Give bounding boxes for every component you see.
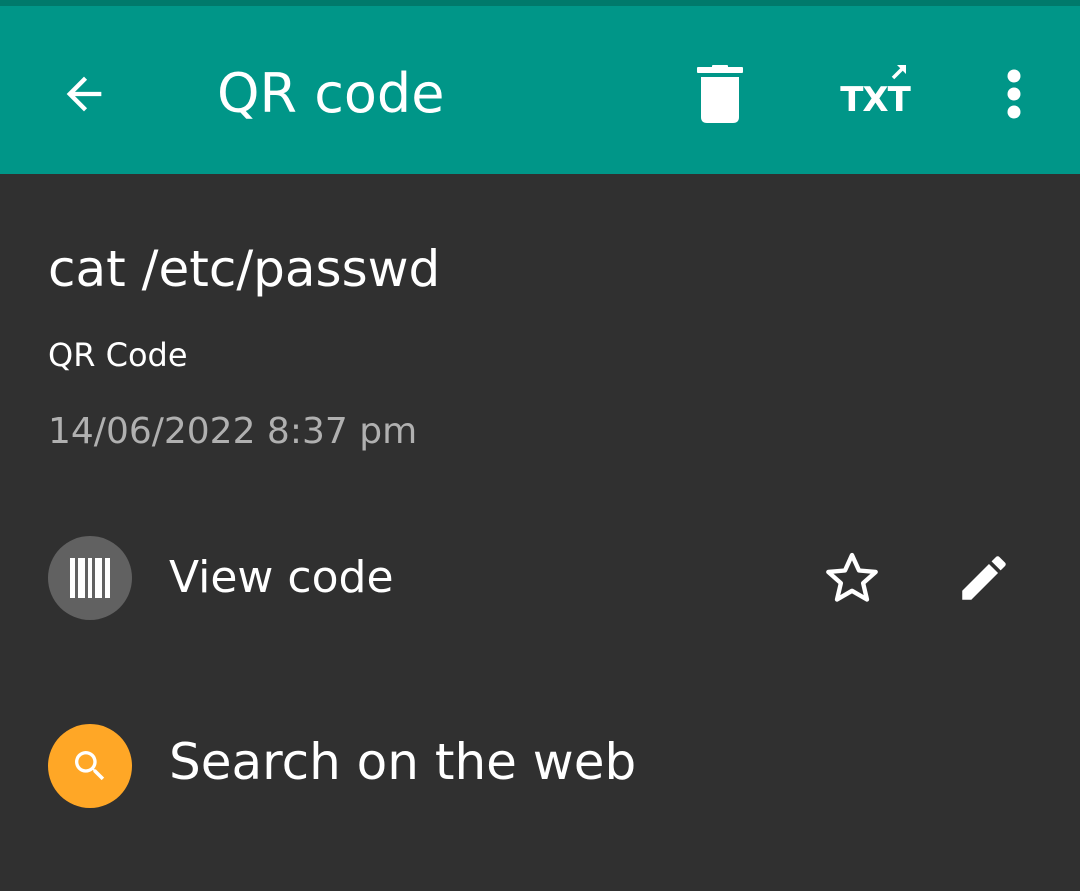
- view-code-label: View code: [169, 552, 394, 603]
- arrow-back-icon: [66, 76, 102, 112]
- scan-date: 14/06/2022 8:37 pm: [48, 411, 418, 452]
- barcode-icon: [70, 558, 110, 598]
- view-code-icon-circle: [48, 536, 132, 620]
- delete-button[interactable]: [680, 54, 760, 134]
- view-code-row[interactable]: View code: [0, 524, 1080, 634]
- search-icon: [75, 751, 105, 781]
- pencil-icon: [962, 556, 1006, 600]
- search-web-row[interactable]: Search on the web: [0, 712, 1080, 822]
- edit-button[interactable]: [944, 538, 1024, 618]
- arrow-up-right-icon: [891, 65, 906, 80]
- page-title: QR code: [217, 62, 445, 125]
- search-web-label: Search on the web: [169, 733, 637, 791]
- favorite-button[interactable]: [812, 538, 892, 618]
- app-bar: QR code TXT: [0, 6, 1080, 174]
- star-outline-icon: [826, 552, 878, 602]
- barcode-format-label: QR Code: [48, 336, 188, 374]
- search-web-icon-circle: [48, 724, 132, 808]
- export-txt-label: TXT: [840, 80, 911, 120]
- barcode-content-text: cat /etc/passwd: [48, 240, 441, 298]
- more-vert-icon: [1007, 69, 1021, 119]
- export-txt-button[interactable]: TXT: [835, 54, 915, 134]
- trash-icon: [697, 65, 743, 123]
- back-button[interactable]: [44, 54, 124, 134]
- more-options-button[interactable]: [974, 54, 1054, 134]
